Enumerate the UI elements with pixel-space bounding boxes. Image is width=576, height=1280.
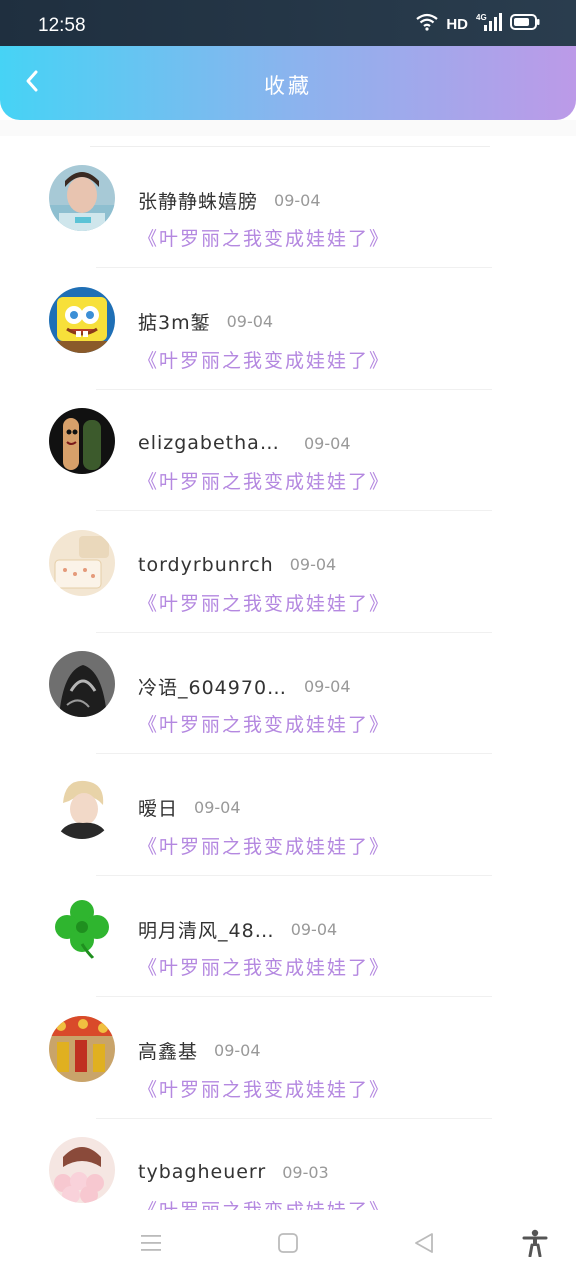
status-icons: HD 4G: [416, 12, 540, 36]
list-item[interactable]: 明月清风_48… 09-04 《叶罗丽之我变成娃娃了》: [0, 865, 576, 997]
favorite-date: 09-04: [304, 433, 351, 453]
app-bar: 收藏: [0, 46, 576, 120]
avatar[interactable]: [49, 772, 115, 839]
list-item[interactable]: tybagheuerr 09-03 《叶罗丽之我变成娃娃了》: [0, 1108, 576, 1210]
signal-icon: 4G: [476, 12, 502, 36]
favorite-date: 09-04: [194, 798, 241, 817]
list-item[interactable]: 张静静蛛嬉膀 09-04 《叶罗丽之我变成娃娃了》: [0, 136, 576, 268]
user-name[interactable]: tybagheuerr: [138, 1161, 266, 1183]
avatar[interactable]: [49, 1137, 115, 1203]
book-title[interactable]: 《叶罗丽之我变成娃娃了》: [138, 710, 390, 737]
favorite-date: 09-04: [289, 555, 337, 574]
book-title[interactable]: 《叶罗丽之我变成娃娃了》: [138, 589, 390, 616]
menu-icon: [140, 1233, 162, 1257]
user-name[interactable]: 掂3m錾: [138, 308, 211, 335]
favorite-date: 09-04: [214, 1041, 261, 1060]
book-title[interactable]: 《叶罗丽之我变成娃娃了》: [138, 953, 390, 980]
book-title[interactable]: 《叶罗丽之我变成娃娃了》: [138, 346, 390, 373]
user-row: 明月清风_48… 09-04: [138, 916, 338, 943]
avatar[interactable]: [49, 894, 115, 960]
hd-label: HD: [446, 15, 468, 33]
user-name[interactable]: 高鑫基: [138, 1037, 198, 1064]
book-title[interactable]: 《叶罗丽之我变成娃娃了》: [138, 1075, 390, 1102]
list-item[interactable]: 暧日 09-04 《叶罗丽之我变成娃娃了》: [0, 744, 576, 876]
page-title: 收藏: [264, 74, 312, 98]
favorites-list[interactable]: 张静静蛛嬉膀 09-04 《叶罗丽之我变成娃娃了》 掂3m錾 09-04 《叶罗…: [0, 136, 576, 1210]
book-title[interactable]: 《叶罗丽之我变成娃娃了》: [138, 1196, 390, 1210]
book-title[interactable]: 《叶罗丽之我变成娃娃了》: [138, 224, 390, 251]
avatar[interactable]: [49, 286, 115, 353]
favorite-date: 09-03: [282, 1162, 329, 1182]
accessibility-button[interactable]: [522, 1229, 548, 1261]
favorite-date: 09-04: [274, 190, 321, 210]
user-row: 高鑫基 09-04: [138, 1039, 261, 1063]
favorite-date: 09-04: [290, 919, 338, 939]
menu-button[interactable]: [138, 1232, 164, 1258]
user-name[interactable]: elizgabethandj…: [138, 432, 288, 454]
user-name[interactable]: 张静静蛛嬉膀: [138, 187, 258, 214]
navigation-bar: [0, 1210, 576, 1280]
svg-text:4G: 4G: [476, 13, 487, 22]
user-name[interactable]: 明月清风_48…: [138, 916, 275, 943]
avatar[interactable]: [49, 408, 115, 474]
user-row: 冷语_6049708… 09-04: [138, 673, 351, 700]
user-row: 掂3m錾 09-04: [138, 310, 273, 334]
user-row: tordyrbunrch 09-04: [138, 553, 336, 577]
avatar[interactable]: [49, 651, 115, 717]
user-row: tybagheuerr 09-03: [138, 1160, 329, 1184]
status-time: 12:58: [38, 15, 86, 36]
favorite-date: 09-04: [226, 312, 274, 331]
status-bar: 12:58 HD 4G: [0, 0, 576, 46]
accessibility-icon: [522, 1229, 548, 1261]
book-title[interactable]: 《叶罗丽之我变成娃娃了》: [138, 832, 390, 859]
avatar[interactable]: [49, 1015, 115, 1082]
user-name[interactable]: tordyrbunrch: [138, 554, 274, 576]
book-title[interactable]: 《叶罗丽之我变成娃娃了》: [138, 467, 390, 494]
back-triangle-icon: [413, 1232, 435, 1258]
home-button[interactable]: [275, 1232, 301, 1258]
user-name[interactable]: 冷语_6049708…: [138, 673, 288, 700]
home-icon: [277, 1232, 299, 1258]
user-row: elizgabethandj… 09-04: [138, 431, 351, 455]
wifi-icon: [416, 13, 439, 35]
header-spacer: [0, 120, 576, 136]
list-item[interactable]: 高鑫基 09-04 《叶罗丽之我变成娃娃了》: [0, 987, 576, 1119]
user-row: 张静静蛛嬉膀 09-04: [138, 187, 321, 214]
user-row: 暧日 09-04: [138, 796, 241, 820]
list-item[interactable]: 掂3m錾 09-04 《叶罗丽之我变成娃娃了》: [0, 258, 576, 390]
user-name[interactable]: 暧日: [138, 794, 178, 821]
list-item[interactable]: tordyrbunrch 09-04 《叶罗丽之我变成娃娃了》: [0, 501, 576, 633]
avatar[interactable]: [49, 165, 115, 231]
avatar[interactable]: [49, 529, 115, 596]
favorite-date: 09-04: [304, 676, 351, 696]
list-item[interactable]: elizgabethandj… 09-04 《叶罗丽之我变成娃娃了》: [0, 379, 576, 511]
battery-icon: [510, 14, 540, 34]
list-item[interactable]: 冷语_6049708… 09-04 《叶罗丽之我变成娃娃了》: [0, 622, 576, 754]
back-nav-button[interactable]: [411, 1232, 437, 1258]
